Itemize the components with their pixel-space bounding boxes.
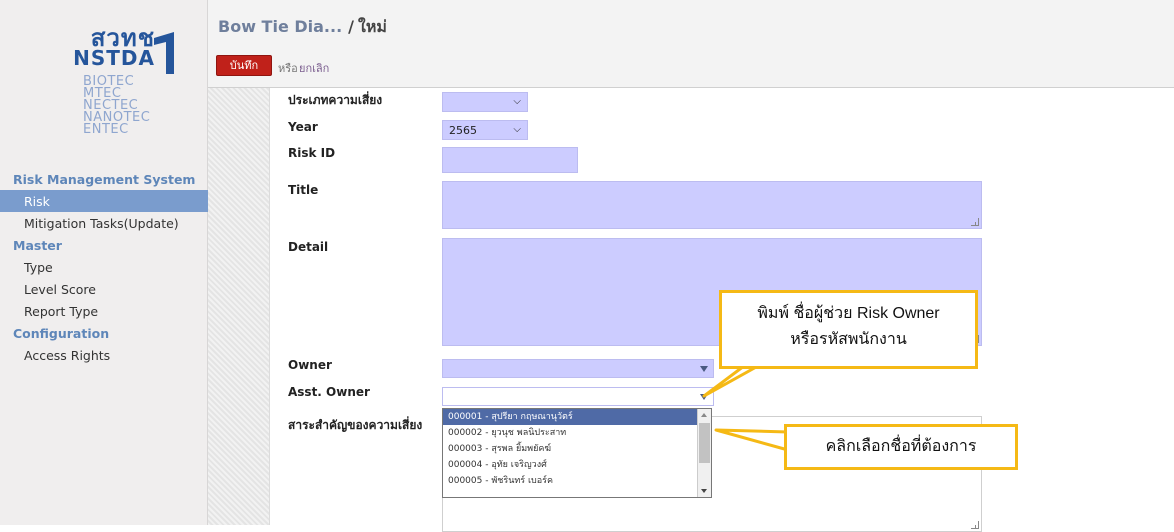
risk-id-label: Risk ID <box>288 146 336 160</box>
type-name-hint-callout: พิมพ์ ชื่อผู้ช่วย Risk Owner หรือรหัสพนั… <box>719 290 978 369</box>
callout-pointer-arrow <box>714 428 790 452</box>
title-label: Title <box>288 183 319 197</box>
suggestion-item[interactable]: 000005 - พัชรินทร์ เบอร์ค <box>443 473 711 489</box>
suggestion-item[interactable]: 000004 - อุทัย เจริญวงศ์ <box>443 457 711 473</box>
risk-category-select[interactable]: ⌵ <box>442 92 528 112</box>
form-left-gutter <box>208 88 270 525</box>
owner-label: Owner <box>288 358 332 372</box>
breadcrumb: Bow Tie Dia... / ใหม่ <box>218 15 387 40</box>
asst-owner-autocomplete-input[interactable] <box>442 387 714 406</box>
scroll-down-icon[interactable] <box>701 489 707 493</box>
suggestion-scrollbar[interactable] <box>697 409 711 497</box>
asst-owner-label: Asst. Owner <box>288 385 370 399</box>
resize-grip-icon <box>972 222 976 226</box>
type-hint-line2: หรือรหัสพนักงาน <box>790 331 907 348</box>
resize-grip-icon <box>972 525 976 529</box>
nav-section-risk-management: Risk Management System <box>13 172 196 187</box>
risk-essence-label: สาระสำคัญของความเสี่ยง <box>288 418 423 432</box>
sidebar-nav: Risk Management System Risk Mitigation T… <box>0 168 208 366</box>
logo-thai-word: สวทช NSTDA <box>73 24 155 70</box>
nstda-logo: สวทช NSTDA BIOTEC MTEC NECTEC NANOTEC EN… <box>30 24 190 158</box>
year-value: 2565 <box>449 124 477 137</box>
risk-id-input[interactable] <box>442 147 578 173</box>
sidebar-item-level-score[interactable]: Level Score <box>0 278 208 300</box>
sidebar-item-type[interactable]: Type <box>0 256 208 278</box>
logo-subbrands: BIOTEC MTEC NECTEC NANOTEC ENTEC <box>83 74 151 137</box>
click-select-hint-callout: คลิกเลือกชื่อที่ต้องการ <box>784 424 1018 470</box>
or-text: หรือ <box>278 62 298 75</box>
title-textarea[interactable] <box>442 181 982 229</box>
breadcrumb-current: ใหม่ <box>358 17 387 36</box>
nav-section-configuration: Configuration <box>13 326 110 341</box>
logo-mark-icon <box>154 32 174 74</box>
scroll-up-icon[interactable] <box>701 413 707 417</box>
detail-label: Detail <box>288 240 329 254</box>
form-header: Bow Tie Dia... / ใหม่ บันทึก หรือ ยกเลิก <box>208 0 1174 88</box>
nav-section-master: Master <box>13 238 62 253</box>
sidebar-item-report-type[interactable]: Report Type <box>0 300 208 322</box>
suggestion-item[interactable]: 000002 - ยุวนุช พลนิประสาท <box>443 425 711 441</box>
sidebar-item-access-rights[interactable]: Access Rights <box>0 344 208 366</box>
asst-owner-suggestion-list: 000001 - สุปรียา กฤษณานุวัตร์ 000002 - ย… <box>442 408 712 498</box>
year-select[interactable]: 2565 ⌵ <box>442 120 528 140</box>
suggestion-item[interactable]: 000001 - สุปรียา กฤษณานุวัตร์ <box>443 409 711 425</box>
breadcrumb-parent-link[interactable]: Bow Tie Dia... <box>218 17 342 36</box>
chevron-down-icon: ⌵ <box>513 96 521 107</box>
type-hint-line1: พิมพ์ ชื่อผู้ช่วย Risk Owner <box>757 305 940 322</box>
sidebar: สวทช NSTDA BIOTEC MTEC NECTEC NANOTEC EN… <box>0 0 208 525</box>
save-button[interactable]: บันทึก <box>216 55 272 76</box>
breadcrumb-separator: / <box>348 17 354 36</box>
risk-category-label: ประเภทความเสี่ยง <box>288 93 383 107</box>
owner-autocomplete-input[interactable] <box>442 359 714 378</box>
scroll-thumb[interactable] <box>699 423 710 463</box>
sidebar-item-mitigation-tasks[interactable]: Mitigation Tasks(Update) <box>0 212 208 234</box>
suggestion-item[interactable]: 000003 - สุรพล ยิ้มพยัคฆ์ <box>443 441 711 457</box>
discard-link[interactable]: ยกเลิก <box>299 59 329 77</box>
year-label: Year <box>288 120 318 134</box>
chevron-down-icon: ⌵ <box>513 124 521 135</box>
sidebar-item-risk[interactable]: Risk <box>0 190 208 212</box>
